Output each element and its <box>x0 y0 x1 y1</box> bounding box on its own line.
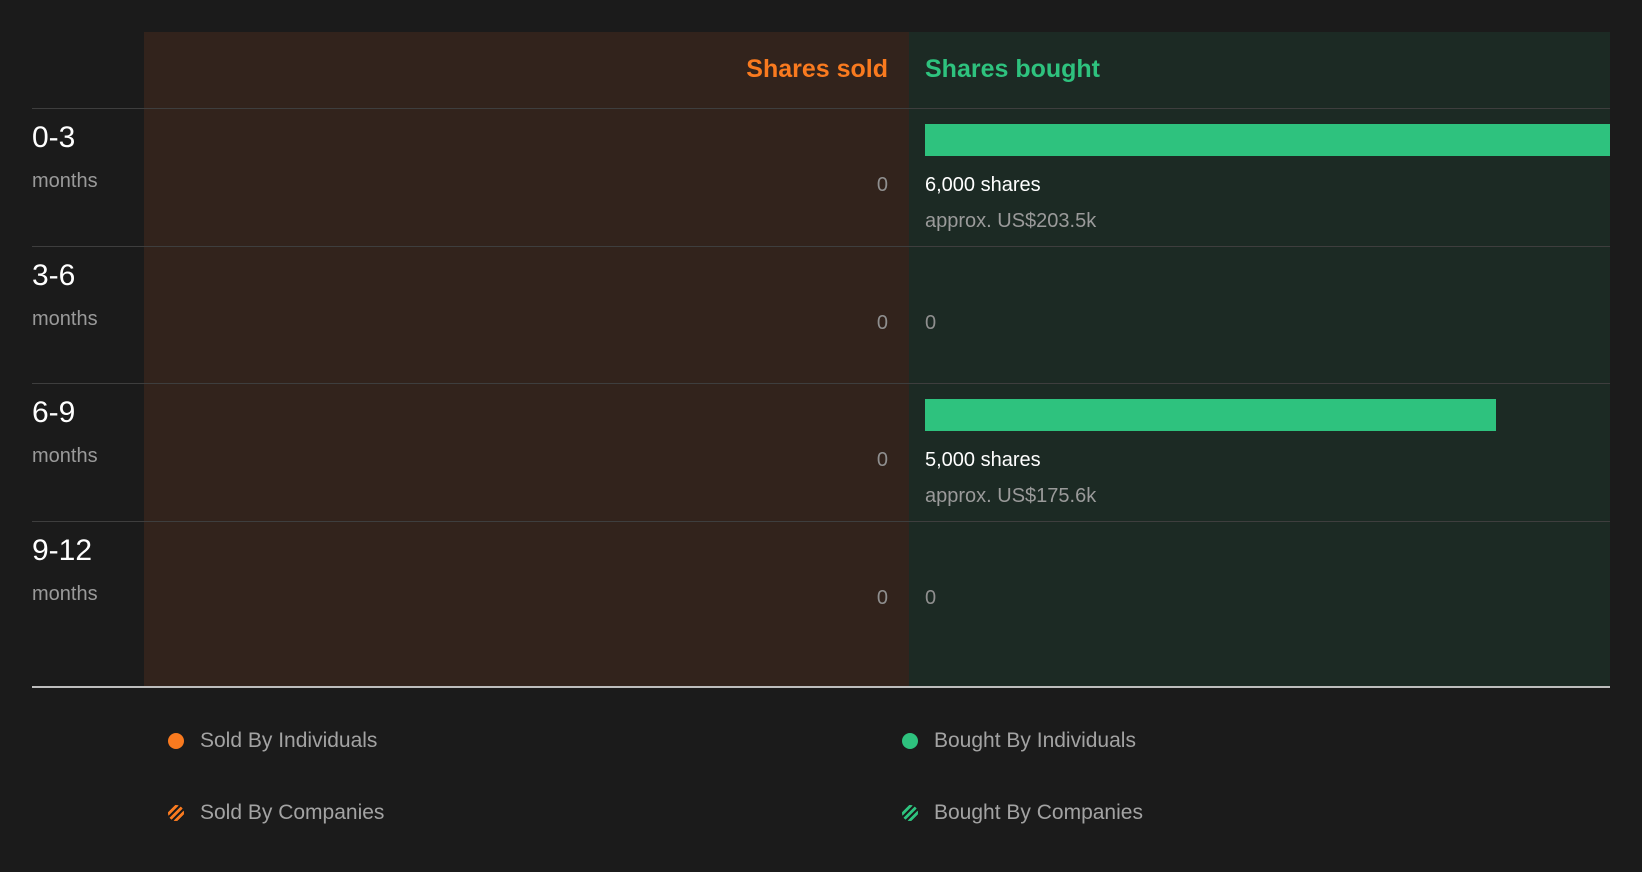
legend-label: Bought By Companies <box>934 801 1143 824</box>
legend-bought-companies: Bought By Companies <box>902 798 1143 828</box>
insider-trading-chart: Shares sold Shares bought 0-3 months 0 6,00… <box>32 32 1610 688</box>
sold-value-label: 0 <box>876 311 888 334</box>
bought-bar <box>925 399 1496 431</box>
legend-label: Sold By Individuals <box>200 729 378 752</box>
legend-label: Sold By Companies <box>200 801 385 824</box>
row-period-unit: months <box>32 582 98 605</box>
legend-marker-icon <box>168 733 184 749</box>
shares-sold-header: Shares sold <box>746 55 888 83</box>
row-period-label: 6-9 <box>32 396 76 429</box>
chart-baseline <box>32 686 1610 688</box>
legend-bought-individuals: Bought By Individuals <box>902 726 1136 756</box>
chart-row: 9-12 months 0 0 <box>32 520 1610 665</box>
legend-sold-companies: Sold By Companies <box>168 798 384 828</box>
sold-value-label: 0 <box>876 586 888 609</box>
row-period-label: 0-3 <box>32 121 76 154</box>
row-period-label: 9-12 <box>32 533 93 567</box>
row-period-label: 3-6 <box>32 258 76 292</box>
row-period-unit: months <box>32 445 98 467</box>
row-period-unit: months <box>32 307 98 330</box>
bought-approx-value: approx. US$175.6k <box>925 485 1097 507</box>
row-period-unit: months <box>32 170 98 192</box>
bought-approx-value: approx. US$203.5k <box>925 210 1097 232</box>
chart-row: 6-9 months 0 5,000 shares approx. US$175.6k <box>32 383 1610 527</box>
bought-value-label: 0 <box>925 311 937 334</box>
legend-sold-individuals: Sold By Individuals <box>168 726 377 756</box>
legend-marker-icon <box>902 805 918 821</box>
chart-row: 3-6 months 0 0 <box>32 245 1610 390</box>
legend-marker-icon <box>168 805 184 821</box>
bought-value-label: 5,000 shares <box>925 449 1041 471</box>
chart-row: 0-3 months 0 6,000 shares approx. US$203.5k <box>32 108 1610 252</box>
shares-bought-header: Shares bought <box>925 55 1101 83</box>
sold-value-label: 0 <box>876 449 888 471</box>
bought-value-label: 0 <box>925 586 937 609</box>
sold-value-label: 0 <box>876 174 888 196</box>
legend-marker-icon <box>902 733 918 749</box>
bought-bar <box>925 124 1610 156</box>
bought-value-label: 6,000 shares <box>925 174 1041 196</box>
legend-label: Bought By Individuals <box>934 729 1136 752</box>
